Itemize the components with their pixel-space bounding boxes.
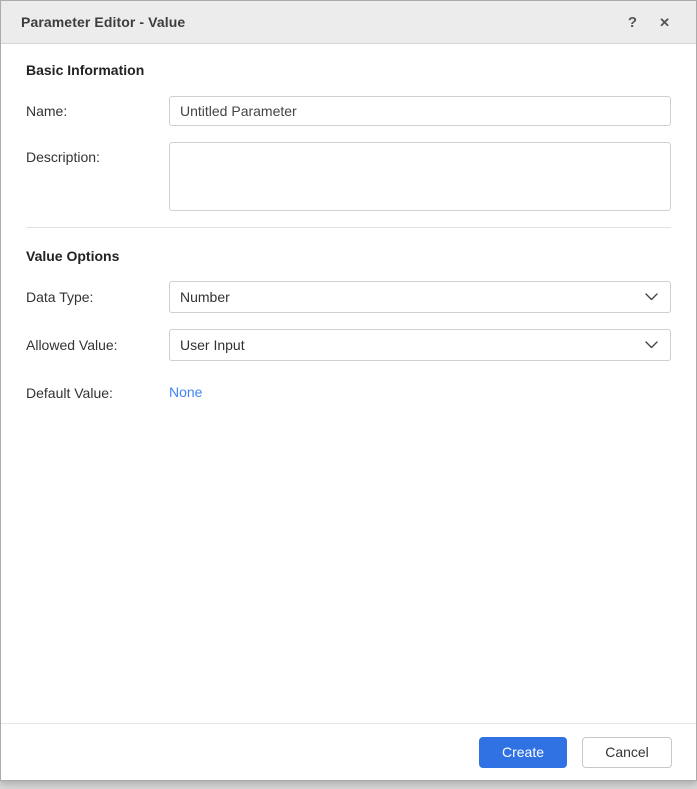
help-icon[interactable]: ?	[628, 15, 637, 30]
allowed-value-field-wrap: User Input	[169, 329, 671, 361]
data-type-select[interactable]: Number	[169, 281, 671, 313]
data-type-field-wrap: Number	[169, 281, 671, 313]
parameter-editor-dialog: Parameter Editor - Value ? ✕ Basic Infor…	[0, 0, 697, 781]
allowed-value-label: Allowed Value:	[26, 337, 118, 353]
data-type-selected-value: Number	[180, 289, 230, 305]
chevron-down-icon	[645, 341, 658, 349]
data-type-row: Data Type: Number	[26, 281, 671, 313]
default-value-row: Default Value: None	[26, 384, 671, 402]
dialog-header: Parameter Editor - Value ? ✕	[1, 1, 696, 44]
chevron-down-icon	[645, 293, 658, 301]
create-button[interactable]: Create	[479, 736, 567, 768]
name-field-wrap	[169, 96, 671, 126]
name-row: Name:	[26, 96, 671, 126]
default-value-label: Default Value:	[26, 385, 113, 401]
data-type-label: Data Type:	[26, 289, 94, 305]
allowed-value-selected-value: User Input	[180, 337, 245, 353]
allowed-value-select[interactable]: User Input	[169, 329, 671, 361]
section-divider	[26, 227, 671, 228]
name-input[interactable]	[169, 96, 671, 126]
default-value-link[interactable]: None	[169, 384, 202, 400]
name-label: Name:	[26, 103, 68, 119]
dialog-body: Basic Information Name: Description: Val…	[1, 44, 696, 723]
cancel-button[interactable]: Cancel	[582, 736, 672, 768]
default-value-field-wrap: None	[169, 384, 671, 402]
allowed-value-row: Allowed Value: User Input	[26, 329, 671, 361]
description-label: Description:	[26, 149, 100, 165]
description-textarea[interactable]	[169, 142, 671, 211]
dialog-footer: Create Cancel	[1, 723, 696, 780]
description-field-wrap	[169, 142, 671, 211]
close-icon[interactable]: ✕	[659, 16, 670, 29]
section-title-basic-information: Basic Information	[26, 62, 145, 78]
header-icons: ? ✕	[628, 15, 670, 30]
dialog-title: Parameter Editor - Value	[21, 14, 186, 30]
section-title-value-options: Value Options	[26, 248, 120, 264]
description-row: Description:	[26, 142, 671, 211]
